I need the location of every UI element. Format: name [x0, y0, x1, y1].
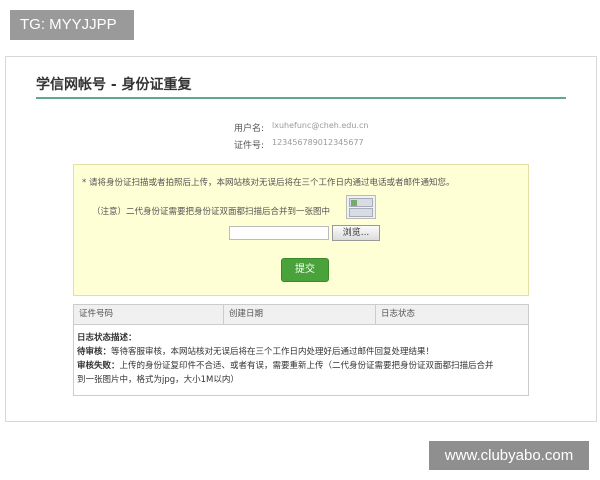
id-card-front-icon [349, 198, 373, 207]
tg-watermark: TG: MYYJJPP [10, 10, 134, 40]
page-frame: 学信网帐号 - 身份证重复 用户名: lxuhefunc@cheh.edu.cn… [5, 56, 597, 422]
status-legend: 日志状态描述： 待审核：等待客服审核，本网站核对无误后将在三个工作日内处理好后通… [77, 331, 527, 387]
upload-notice: * 请将身份证扫描或者拍照后上传，本网站核对无误后将在三个工作日内通过电话或者邮… [82, 178, 455, 188]
page-title: 学信网帐号 - 身份证重复 [36, 77, 192, 93]
pending-description: 等待客服审核，本网站核对无误后将在三个工作日内处理好后通过邮件回复处理结果！ [111, 347, 435, 357]
upload-note: （注意）二代身份证需要把身份证双面都扫描后合并到一张图中 [92, 207, 331, 217]
id-number-row: 证件号: 123456789012345677 [224, 138, 424, 152]
username-row: 用户名: lxuhefunc@cheh.edu.cn [224, 121, 424, 135]
column-created-date: 创建日期 [224, 305, 376, 324]
id-card-sample-image [346, 195, 376, 219]
log-table-header: 证件号码 创建日期 日志状态 [74, 305, 528, 325]
id-number-value: 123456789012345677 [272, 138, 364, 147]
title-divider [36, 97, 566, 99]
browse-button[interactable]: 浏览... [332, 225, 380, 241]
id-card-back-icon [349, 208, 373, 217]
column-log-status: 日志状态 [381, 309, 416, 319]
username-label: 用户名: [233, 124, 264, 134]
site-watermark: www.clubyabo.com [429, 441, 589, 470]
username-value: lxuhefunc@cheh.edu.cn [272, 121, 369, 130]
submit-button[interactable]: 提交 [281, 258, 329, 282]
failed-description-2: 到一张图片中，格式为jpg，大小1M以内） [77, 375, 239, 385]
upload-panel: * 请将身份证扫描或者拍照后上传，本网站核对无误后将在三个工作日内通过电话或者邮… [73, 164, 529, 296]
file-path-input[interactable] [229, 226, 329, 240]
legend-title: 日志状态描述： [77, 333, 137, 343]
log-table: 证件号码 创建日期 日志状态 日志状态描述： 待审核：等待客服审核，本网站核对无… [73, 304, 529, 396]
failed-term: 审核失败： [77, 361, 120, 371]
id-number-label: 证件号: [233, 141, 264, 151]
pending-term: 待审核： [77, 347, 112, 357]
failed-description-1: 上传的身份证复印件不合适、或者有误，需要重新上传（二代身份证需要把身份证双面都扫… [119, 361, 494, 371]
column-id-number: 证件号码 [74, 305, 224, 324]
